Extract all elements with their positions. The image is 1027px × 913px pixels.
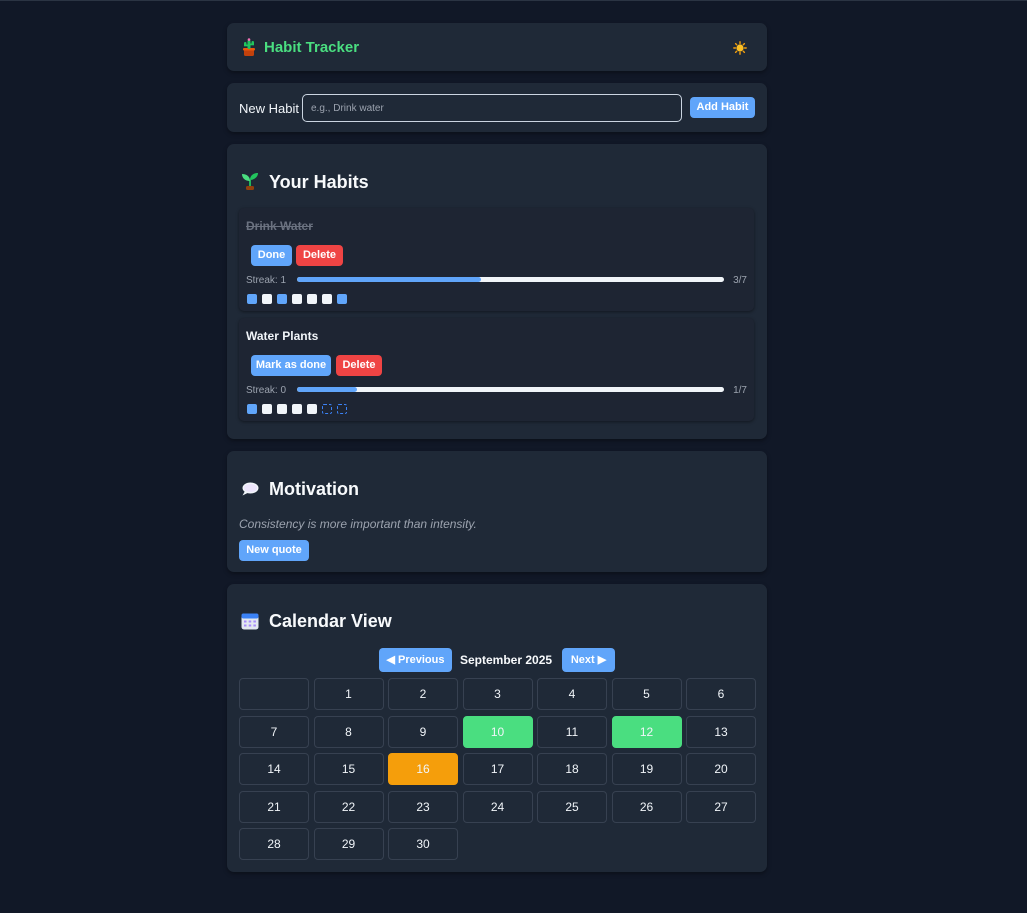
calendar-day-6[interactable]: 6	[686, 678, 756, 710]
calendar-day-26[interactable]: 26	[611, 790, 682, 823]
calendar-day-7[interactable]: 7	[239, 715, 309, 748]
day-dot	[337, 294, 347, 304]
calendar-icon	[241, 613, 259, 630]
seedling-icon	[242, 173, 258, 190]
day-dot	[307, 404, 317, 414]
progress-bar	[297, 387, 724, 392]
calendar-day-27[interactable]: 27	[686, 790, 756, 823]
calendar-day-5[interactable]: 5	[611, 678, 682, 710]
calendar-day-8[interactable]: 8	[313, 715, 384, 748]
progress-count: 3/7	[733, 275, 747, 286]
calendar-day-17[interactable]: 17	[462, 753, 533, 785]
new-habit-form: New Habit Add Habit	[227, 83, 767, 132]
calendar-day-14[interactable]: 14	[239, 753, 309, 785]
calendar-day-15[interactable]: 15	[313, 753, 384, 785]
habit-name: Water Plants	[246, 329, 319, 343]
motivation-title: Motivation	[269, 479, 359, 499]
month-label: September 2025	[460, 653, 553, 667]
day-dot	[322, 404, 332, 414]
day-dot	[292, 404, 302, 414]
calendar-section: Calendar View ◀ Previous September 2025 …	[227, 584, 767, 872]
calendar-day-9[interactable]: 9	[388, 715, 458, 748]
calendar-day-30[interactable]: 30	[388, 828, 458, 860]
habits-section-title: Your Habits	[269, 172, 369, 192]
streak-label: Streak: 0	[246, 385, 287, 396]
calendar-day-12[interactable]: 12	[611, 715, 682, 748]
calendar-title: Calendar View	[269, 611, 392, 631]
calendar-day-28[interactable]: 28	[239, 828, 309, 860]
delete-button[interactable]: Delete	[336, 355, 382, 376]
calendar-day-23[interactable]: 23	[388, 790, 458, 823]
calendar-day-4[interactable]: 4	[537, 678, 607, 710]
progress-fill	[297, 277, 481, 282]
cactus-pot-icon	[243, 38, 255, 56]
calendar-day-24[interactable]: 24	[462, 790, 533, 823]
mark-as-done-button[interactable]: Mark as done	[251, 355, 331, 376]
calendar-day-2[interactable]: 2	[388, 678, 458, 710]
habit-name: Drink Water	[246, 219, 313, 233]
day-dot	[247, 404, 257, 414]
progress-fill	[297, 387, 357, 392]
habits-section: Your Habits Drink Water Done Delete Stre…	[227, 144, 767, 439]
calendar-day-1[interactable]: 1	[313, 678, 384, 710]
add-habit-button[interactable]: Add Habit	[690, 97, 755, 118]
new-quote-button[interactable]: New quote	[239, 540, 309, 561]
day-dot	[247, 294, 257, 304]
habit-card: Water Plants Mark as done Delete Streak:…	[239, 318, 754, 421]
calendar-day-21[interactable]: 21	[239, 790, 309, 823]
day-dot	[322, 294, 332, 304]
day-dot	[292, 294, 302, 304]
calendar-day-20[interactable]: 20	[686, 753, 756, 785]
calendar-day-13[interactable]: 13	[686, 715, 756, 748]
calendar-day-22[interactable]: 22	[313, 790, 384, 823]
new-habit-input[interactable]	[302, 94, 682, 122]
day-dot	[337, 404, 347, 414]
next-month-button[interactable]: Next ▶	[562, 648, 615, 672]
day-dot	[307, 294, 317, 304]
delete-button[interactable]: Delete	[296, 245, 343, 266]
progress-bar	[297, 277, 724, 282]
motivation-quote: Consistency is more important than inten…	[239, 517, 477, 531]
calendar-day-18[interactable]: 18	[537, 753, 607, 785]
day-dot	[277, 404, 287, 414]
motivation-section: Motivation Consistency is more important…	[227, 451, 767, 572]
new-habit-label: New Habit	[239, 101, 299, 116]
calendar-day-11[interactable]: 11	[537, 715, 607, 748]
calendar-day-10[interactable]: 10	[462, 715, 533, 748]
streak-label: Streak: 1	[246, 275, 287, 286]
habit-card: Drink Water Done Delete Streak: 1 3/7	[239, 208, 754, 311]
day-dot	[262, 294, 272, 304]
app-header: Habit Tracker	[227, 23, 767, 71]
calendar-day-25[interactable]: 25	[537, 790, 607, 823]
calendar-day-16[interactable]: 16	[388, 753, 458, 785]
day-dot	[277, 294, 287, 304]
calendar-empty-cell	[239, 678, 309, 710]
previous-month-button[interactable]: ◀ Previous	[379, 648, 452, 672]
day-dot	[262, 404, 272, 414]
calendar-day-19[interactable]: 19	[611, 753, 682, 785]
calendar-day-29[interactable]: 29	[313, 828, 384, 860]
done-button[interactable]: Done	[251, 245, 292, 266]
app-title: Habit Tracker	[264, 39, 360, 56]
calendar-day-3[interactable]: 3	[462, 678, 533, 710]
speech-bubble-icon	[242, 482, 259, 496]
progress-count: 1/7	[733, 385, 747, 396]
sun-icon[interactable]	[733, 41, 747, 55]
